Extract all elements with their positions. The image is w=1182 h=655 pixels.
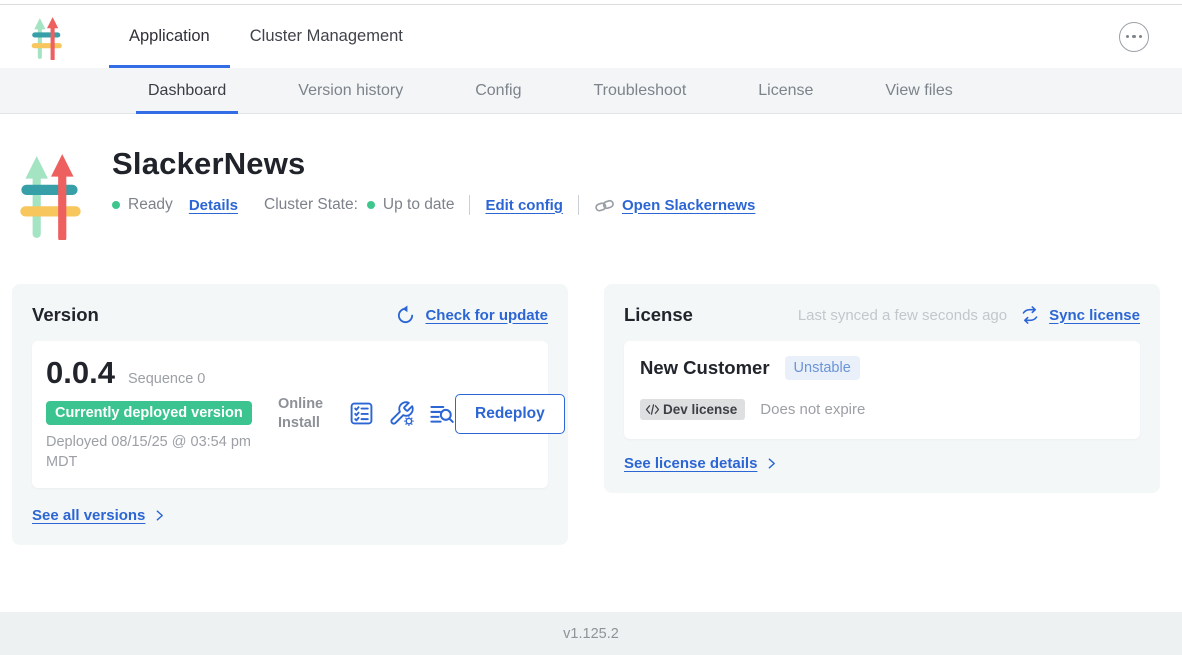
chevron-right-icon: [153, 509, 166, 522]
top-nav: Application Cluster Management: [0, 5, 1182, 68]
edit-config-link[interactable]: Edit config: [485, 197, 563, 214]
details-link[interactable]: Details: [189, 197, 238, 214]
license-type-badge-label: Dev license: [663, 402, 737, 417]
tab-troubleshoot-label: Troubleshoot: [593, 82, 686, 100]
slackernews-logo-large-icon: [20, 148, 82, 240]
preflight-checklist-icon[interactable]: [348, 400, 375, 427]
tab-application-label: Application: [129, 27, 210, 46]
app-status-row: Ready Details Cluster State: Up to date …: [112, 195, 755, 215]
tab-version-history[interactable]: Version history: [262, 68, 439, 113]
sync-license-link[interactable]: Sync license: [1049, 307, 1140, 324]
license-summary-panel: New Customer Unstable Dev license Does n…: [624, 341, 1140, 439]
ellipsis-icon: [1126, 35, 1143, 39]
version-card-title: Version: [32, 304, 99, 326]
tab-view-files[interactable]: View files: [849, 68, 988, 113]
code-brackets-icon: [645, 403, 660, 416]
tab-troubleshoot[interactable]: Troubleshoot: [557, 68, 722, 113]
sync-arrows-icon: [1020, 306, 1040, 324]
refresh-icon: [395, 305, 416, 326]
app-header: SlackerNews Ready Details Cluster State:…: [20, 134, 1182, 240]
open-app-link[interactable]: Open Slackernews: [594, 197, 755, 214]
deployed-status-badge: Currently deployed version: [46, 401, 252, 425]
tab-config[interactable]: Config: [439, 68, 557, 113]
tab-view-files-label: View files: [885, 82, 952, 100]
config-wrench-gear-icon[interactable]: [388, 400, 415, 427]
app-status-label: Ready: [128, 196, 173, 214]
app-logo: [27, 14, 67, 60]
file-diff-search-icon[interactable]: [428, 400, 455, 427]
console-version: v1.125.2: [563, 626, 619, 642]
check-for-update-link[interactable]: Check for update: [425, 307, 548, 324]
install-type-label: Online Install: [278, 395, 334, 431]
tab-dashboard[interactable]: Dashboard: [112, 68, 262, 113]
deployed-timestamp: Deployed 08/15/25 @ 03:54 pm MDT: [46, 433, 271, 472]
open-app-link-label: Open Slackernews: [622, 197, 755, 214]
more-menu-button[interactable]: [1119, 22, 1149, 52]
cluster-state-label: Cluster State:: [264, 196, 358, 214]
tab-cluster-management[interactable]: Cluster Management: [230, 5, 423, 68]
last-synced-label: Last synced a few seconds ago: [798, 307, 1007, 324]
channel-badge: Unstable: [785, 356, 860, 380]
divider: [469, 195, 470, 215]
tab-license-label: License: [758, 82, 813, 100]
license-type-badge: Dev license: [640, 399, 745, 420]
tab-version-history-label: Version history: [298, 82, 403, 100]
chevron-right-icon: [765, 457, 778, 470]
divider: [578, 195, 579, 215]
tab-license[interactable]: License: [722, 68, 849, 113]
version-action-icons: [348, 400, 455, 427]
current-version-panel: 0.0.4 Sequence 0 Currently deployed vers…: [32, 341, 548, 488]
tab-cluster-management-label: Cluster Management: [250, 27, 403, 46]
see-license-details-label: See license details: [624, 455, 757, 472]
see-all-versions-label: See all versions: [32, 507, 145, 524]
see-all-versions-link[interactable]: See all versions: [32, 507, 166, 524]
tab-dashboard-label: Dashboard: [148, 82, 226, 100]
license-card-title: License: [624, 304, 693, 326]
sequence-label: Sequence 0: [128, 371, 205, 387]
customer-name: New Customer: [640, 357, 770, 379]
app-sub-nav: Dashboard Version history Config Trouble…: [0, 68, 1182, 114]
tab-application[interactable]: Application: [109, 5, 230, 68]
slackernews-logo-icon: [27, 14, 67, 60]
dashboard-cards: Version Check for update 0.0.4 Sequence …: [12, 284, 1182, 545]
page-title: SlackerNews: [112, 146, 755, 182]
link-chain-icon: [594, 198, 615, 213]
see-license-details-link[interactable]: See license details: [624, 455, 778, 472]
license-expiration: Does not expire: [760, 401, 865, 418]
version-card: Version Check for update 0.0.4 Sequence …: [12, 284, 568, 545]
console-footer: v1.125.2: [0, 612, 1182, 655]
license-card: License Last synced a few seconds ago Sy…: [604, 284, 1160, 493]
cluster-state-dot-icon: [367, 201, 375, 209]
cluster-state-value: Up to date: [383, 196, 455, 214]
app-status-dot-icon: [112, 201, 120, 209]
redeploy-button[interactable]: Redeploy: [455, 394, 565, 434]
version-number: 0.0.4: [46, 355, 115, 391]
topnav-tabs: Application Cluster Management: [109, 5, 423, 68]
tab-config-label: Config: [475, 82, 521, 100]
